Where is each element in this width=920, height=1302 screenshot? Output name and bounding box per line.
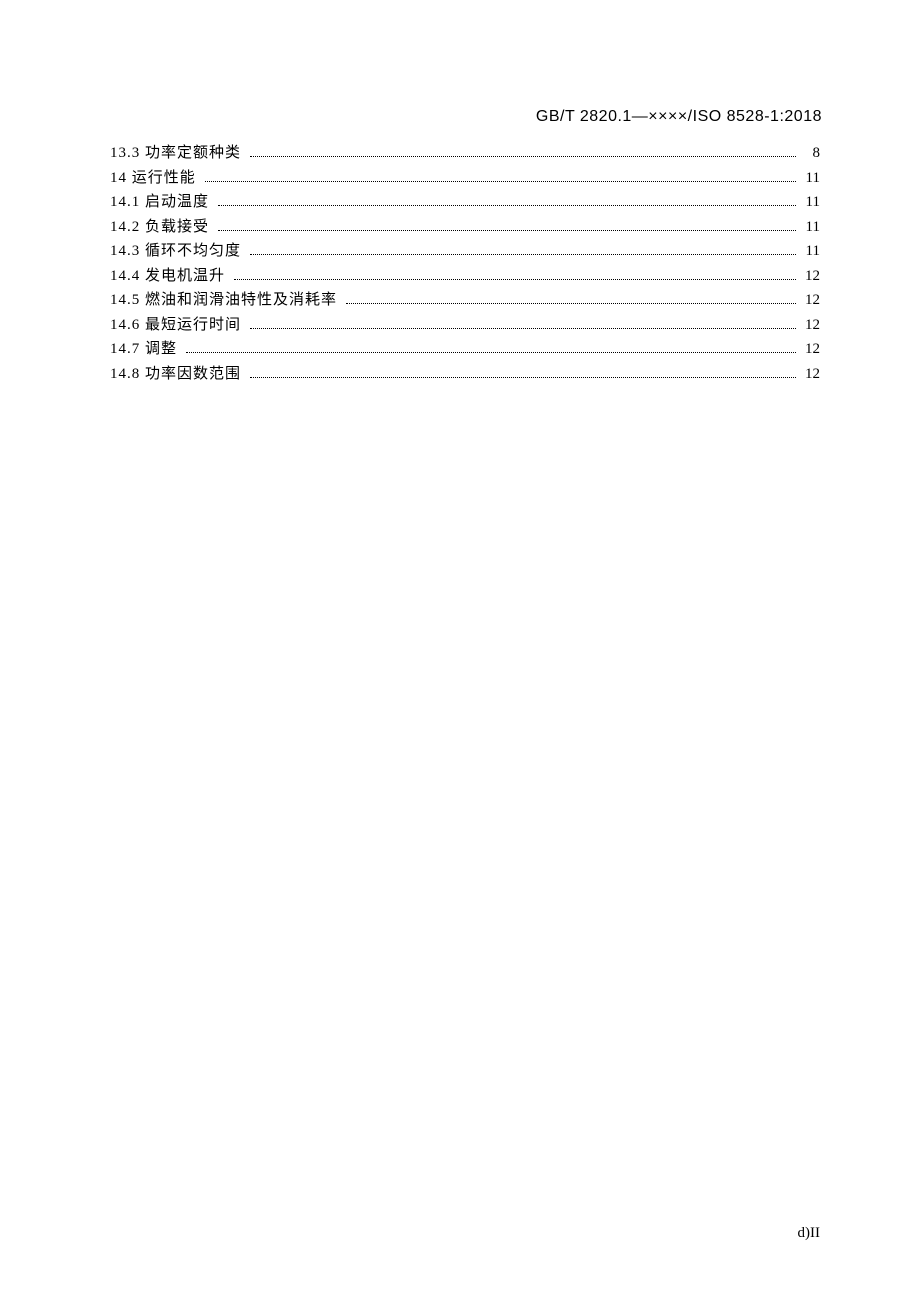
toc-title: 燃油和润滑油特性及消耗率: [140, 293, 342, 308]
toc-number: 14.1: [110, 195, 140, 210]
toc-title: 最短运行时间: [140, 318, 246, 333]
toc-page: 11: [800, 195, 820, 210]
toc-entry: 14.1 启动温度 11: [110, 195, 820, 210]
toc-page: 11: [800, 244, 820, 259]
toc-title: 调整: [140, 342, 182, 357]
toc-number: 14.2: [110, 220, 140, 235]
toc-title: 负载接受: [140, 220, 214, 235]
toc-entry: 14 运行性能 11: [110, 171, 820, 186]
toc-number: 14: [110, 171, 127, 186]
toc-page: 8: [800, 146, 820, 161]
toc-page: 12: [800, 269, 820, 284]
toc-leader: [205, 181, 796, 182]
standard-code-header: GB/T 2820.1—××××/ISO 8528-1:2018: [536, 108, 822, 126]
toc-page: 11: [800, 171, 820, 186]
toc-title: 运行性能: [127, 171, 201, 186]
toc-page: 12: [800, 293, 820, 308]
toc-number: 14.7: [110, 342, 140, 357]
toc-title: 循环不均匀度: [140, 244, 246, 259]
toc-leader: [218, 230, 796, 231]
toc-title: 发电机温升: [140, 269, 230, 284]
toc-entry: 14.4 发电机温升 12: [110, 269, 820, 284]
toc-page: 12: [800, 318, 820, 333]
toc-title: 启动温度: [140, 195, 214, 210]
toc-number: 14.8: [110, 367, 140, 382]
toc-entry: 14.3 循环不均匀度 11: [110, 244, 820, 259]
toc-page: 12: [800, 367, 820, 382]
toc-number: 14.4: [110, 269, 140, 284]
toc-leader: [250, 156, 796, 157]
toc-page: 12: [800, 342, 820, 357]
toc-leader: [218, 205, 796, 206]
toc-entry: 14.5 燃油和润滑油特性及消耗率 12: [110, 293, 820, 308]
toc-leader: [346, 303, 796, 304]
toc-number: 14.6: [110, 318, 140, 333]
toc-leader: [250, 328, 796, 329]
toc-entry: 13.3 功率定额种类 8: [110, 146, 820, 161]
document-page: GB/T 2820.1—××××/ISO 8528-1:2018 13.3 功率…: [0, 0, 920, 1302]
toc-title: 功率因数范围: [140, 367, 246, 382]
toc-number: 14.5: [110, 293, 140, 308]
toc-entry: 14.2 负载接受 11: [110, 220, 820, 235]
toc-entry: 14.8 功率因数范围 12: [110, 367, 820, 382]
toc-leader: [250, 254, 796, 255]
toc-entry: 14.6 最短运行时间 12: [110, 318, 820, 333]
toc-entry: 14.7 调整 12: [110, 342, 820, 357]
table-of-contents: 13.3 功率定额种类 8 14 运行性能 11 14.1 启动温度 11 14…: [110, 146, 820, 382]
toc-number: 14.3: [110, 244, 140, 259]
toc-number: 13.3: [110, 146, 140, 161]
toc-page: 11: [800, 220, 820, 235]
page-footer-marker: d)II: [798, 1225, 821, 1242]
toc-leader: [250, 377, 796, 378]
toc-leader: [186, 352, 796, 353]
toc-title: 功率定额种类: [140, 146, 246, 161]
toc-leader: [234, 279, 796, 280]
